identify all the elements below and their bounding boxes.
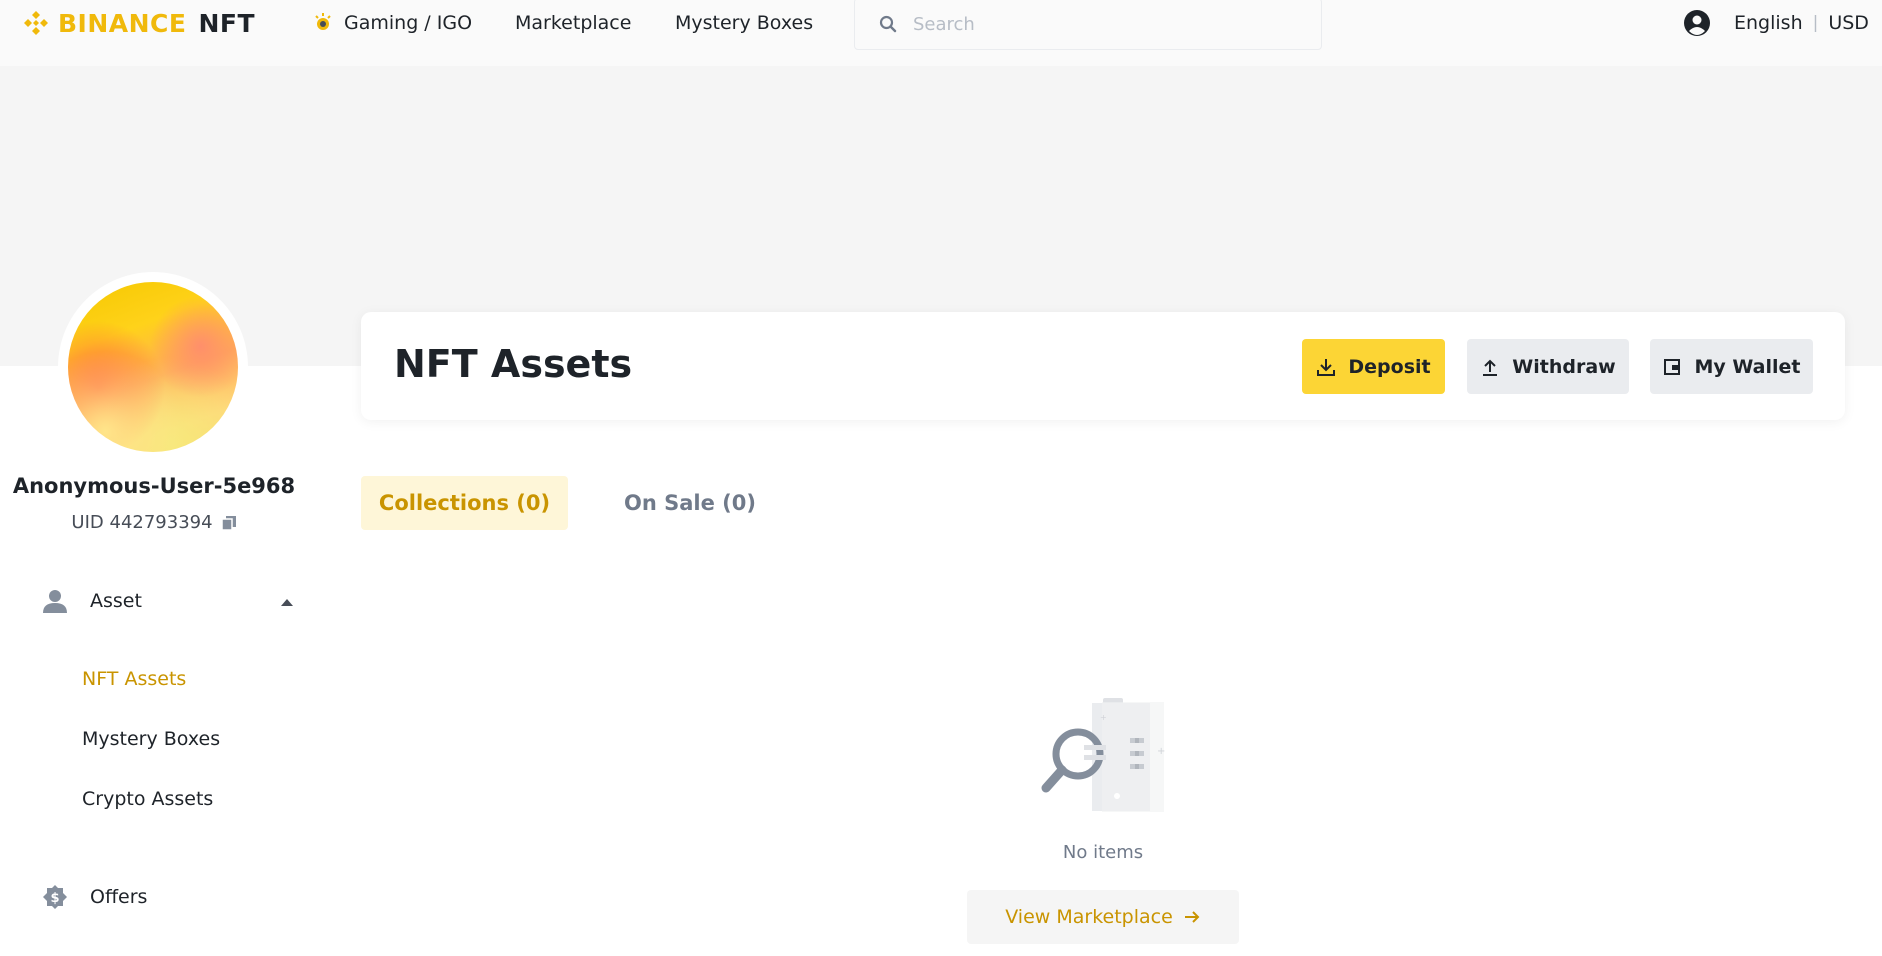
- svg-text:+: +: [1157, 746, 1165, 757]
- deposit-button[interactable]: Deposit: [1302, 339, 1445, 394]
- uid-text: UID 442793394: [71, 512, 213, 533]
- sidebar-item-offers[interactable]: $ Offers: [42, 884, 147, 910]
- my-wallet-button[interactable]: My Wallet: [1650, 339, 1813, 394]
- logo-brand-text: BINANCE: [58, 8, 187, 38]
- sidebar-item-mystery-boxes[interactable]: Mystery Boxes: [82, 728, 220, 750]
- download-icon: [1317, 358, 1336, 376]
- empty-state-text: No items: [1062, 842, 1144, 863]
- tab-on-sale[interactable]: On Sale (0): [610, 476, 770, 530]
- withdraw-label: Withdraw: [1512, 355, 1616, 378]
- my-wallet-label: My Wallet: [1694, 355, 1801, 378]
- withdraw-button[interactable]: Withdraw: [1467, 339, 1629, 394]
- username: Anonymous-User-5e968: [12, 474, 296, 498]
- svg-text:+: +: [1100, 713, 1107, 722]
- upload-icon: [1483, 359, 1498, 376]
- view-marketplace-label: View Marketplace: [1005, 906, 1173, 928]
- avatar[interactable]: [68, 282, 238, 452]
- arrow-right-icon: [1184, 911, 1200, 923]
- deposit-label: Deposit: [1348, 355, 1431, 378]
- svg-text:$: $: [50, 891, 59, 906]
- divider: |: [1812, 13, 1819, 33]
- nav-gaming-label: Gaming / IGO: [344, 12, 473, 34]
- language-label[interactable]: English: [1734, 12, 1803, 34]
- empty-search-illustration: + +: [1041, 698, 1165, 812]
- sidebar-item-label: Asset: [90, 590, 142, 612]
- nav-marketplace[interactable]: Marketplace: [515, 0, 631, 46]
- search-input[interactable]: [913, 13, 1293, 35]
- currency-label[interactable]: USD: [1828, 12, 1869, 34]
- account-icon[interactable]: [1683, 9, 1711, 37]
- copy-icon[interactable]: [220, 515, 237, 531]
- gaming-icon: [315, 13, 331, 30]
- top-navbar: BINANCE NFT Gaming / IGO Marketplace Mys…: [0, 0, 1882, 66]
- user-icon: [43, 590, 67, 613]
- search-box[interactable]: [854, 0, 1322, 50]
- binance-logo-icon: [24, 11, 48, 35]
- binance-nft-logo[interactable]: BINANCE NFT: [22, 6, 255, 40]
- search-icon: [879, 15, 897, 33]
- caret-up-icon[interactable]: [280, 595, 294, 609]
- sidebar-item-label: Offers: [90, 886, 148, 908]
- offers-icon: $: [43, 885, 67, 909]
- sidebar-item-crypto-assets[interactable]: Crypto Assets: [82, 788, 213, 810]
- tab-collections[interactable]: Collections (0): [361, 476, 568, 530]
- view-marketplace-button[interactable]: View Marketplace: [967, 890, 1239, 944]
- wallet-icon: [1664, 358, 1681, 375]
- nft-assets-header-card: NFT Assets Deposit Withdraw My Wallet: [361, 312, 1845, 420]
- logo-product-text: NFT: [198, 8, 256, 38]
- sidebar-item-nft-assets[interactable]: NFT Assets: [82, 668, 186, 690]
- nav-mystery-boxes[interactable]: Mystery Boxes: [675, 0, 813, 46]
- sidebar-item-asset[interactable]: Asset: [42, 588, 142, 614]
- nav-gaming-igo[interactable]: Gaming / IGO: [312, 0, 472, 46]
- language-currency-selector[interactable]: English | USD: [1734, 0, 1869, 46]
- uid-row: UID 442793394: [0, 512, 308, 533]
- page-title: NFT Assets: [394, 342, 633, 386]
